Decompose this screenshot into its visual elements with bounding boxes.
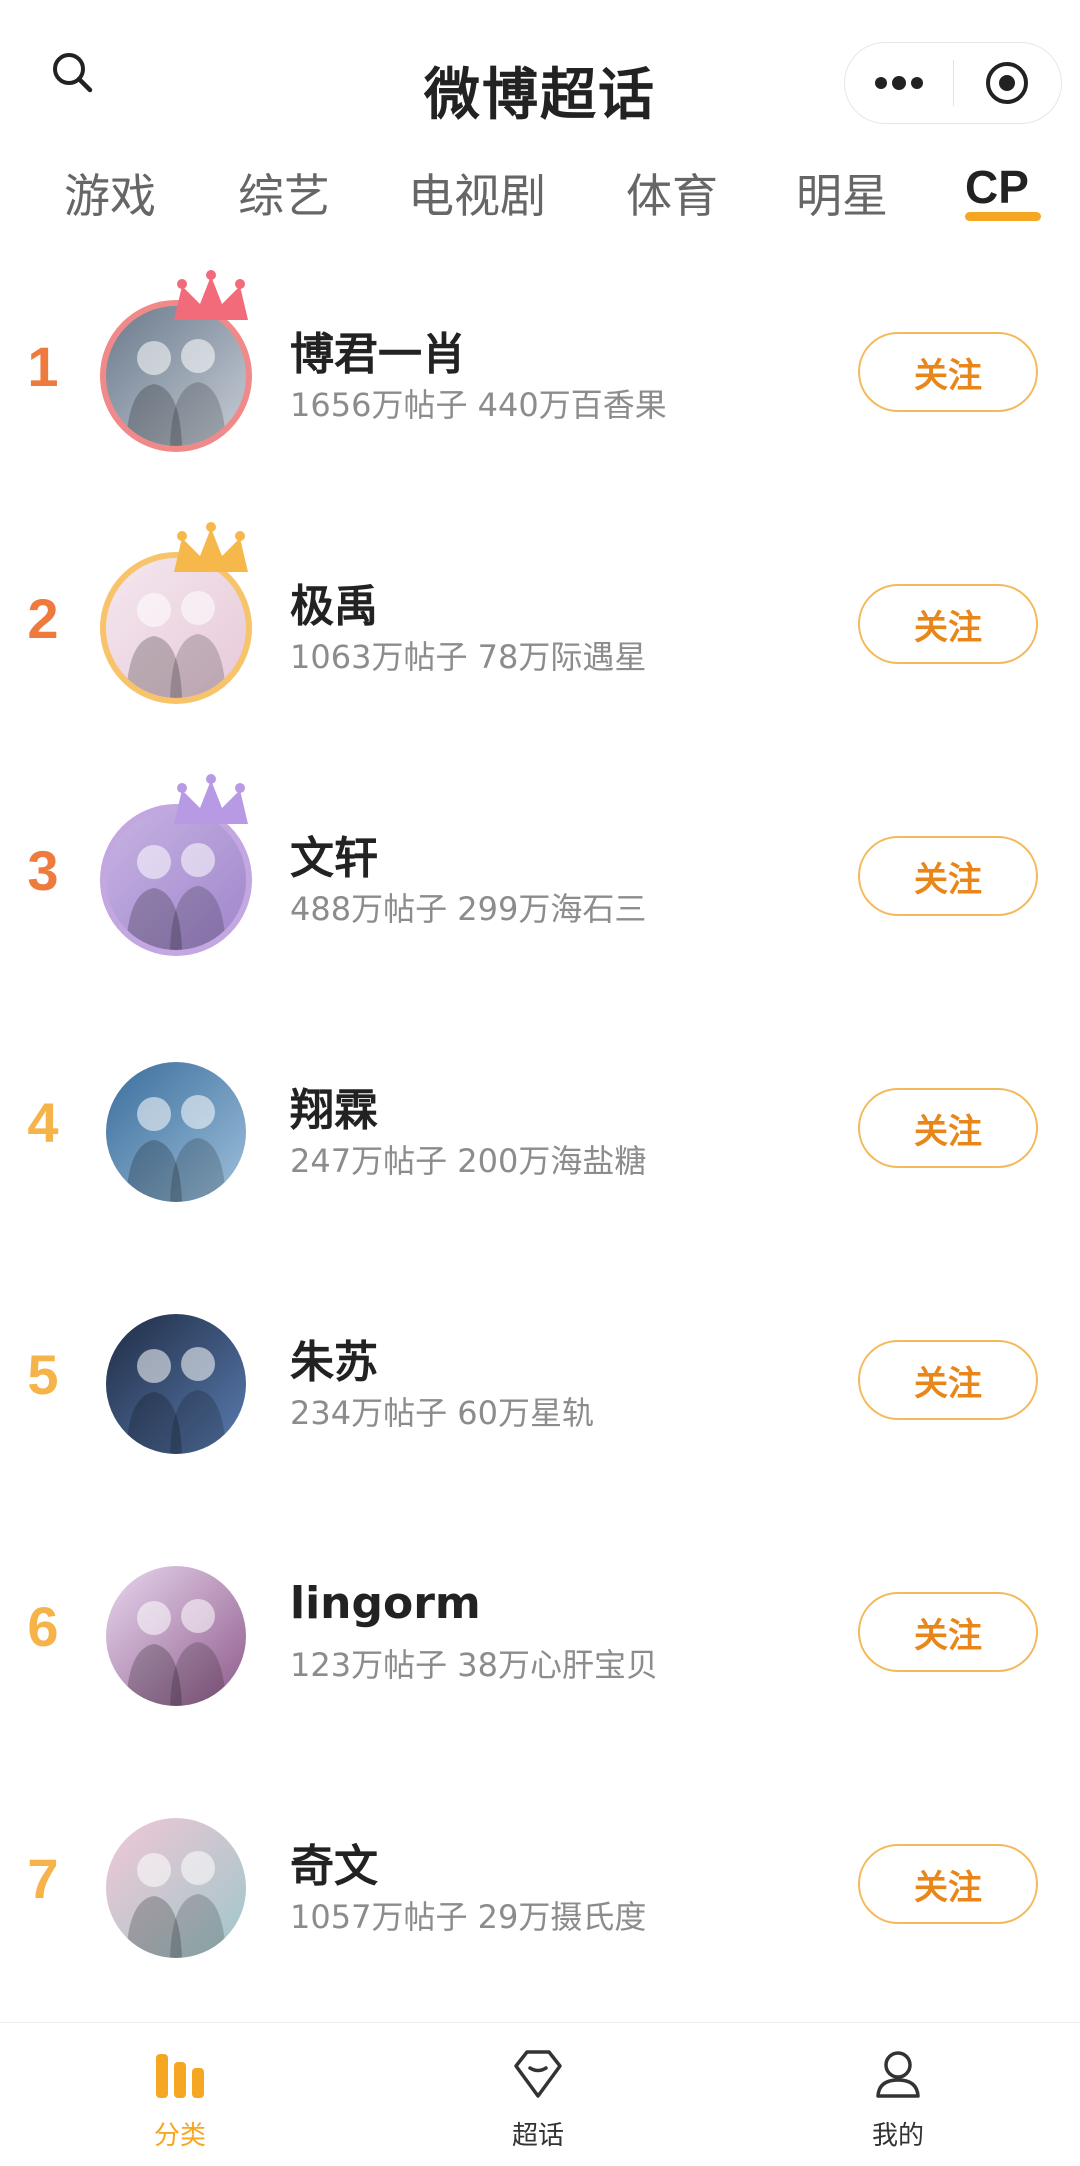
- topic-stats: 123万帖子 38万心肝宝贝: [290, 1646, 658, 1684]
- topic-stats: 1063万帖子 78万际遇星: [290, 638, 647, 676]
- follow-button[interactable]: 关注: [858, 332, 1038, 412]
- topic-name[interactable]: 朱苏: [290, 1326, 378, 1390]
- rank-number: 7: [27, 1847, 59, 1910]
- diamond-icon: [514, 2050, 562, 2098]
- topic-name[interactable]: 文轩: [290, 822, 378, 886]
- tab-variety[interactable]: 综艺: [238, 160, 330, 226]
- active-tab-indicator: [965, 212, 1041, 221]
- topic-name[interactable]: lingorm: [290, 1578, 481, 1629]
- rank-number: 5: [27, 1343, 59, 1406]
- crown-icon: [174, 270, 248, 320]
- avatar: [106, 1566, 246, 1706]
- rank-number: 2: [27, 587, 59, 650]
- close-miniapp-button[interactable]: [954, 43, 1062, 123]
- miniapp-capsule: [844, 42, 1062, 124]
- bottom-tab-mine[interactable]: 我的: [808, 2041, 988, 2152]
- follow-button[interactable]: 关注: [858, 836, 1038, 916]
- follow-button[interactable]: 关注: [858, 1592, 1038, 1672]
- header: 微博超话: [0, 0, 1080, 150]
- bottom-tab-supertopic-label: 超话: [511, 2121, 564, 2151]
- rank-number: 3: [27, 839, 59, 902]
- topic-stats: 1656万帖子 440万百香果: [290, 386, 667, 424]
- supertopic-row[interactable]: 1 博君一肖 1656万帖子 440万百香果 关注: [0, 256, 1080, 506]
- rank-number: 6: [27, 1595, 59, 1658]
- follow-button[interactable]: 关注: [858, 1088, 1038, 1168]
- avatar: [106, 1314, 246, 1454]
- more-button[interactable]: [845, 43, 953, 123]
- rank-number: 4: [27, 1091, 59, 1154]
- crown-icon: [174, 522, 248, 572]
- topic-name[interactable]: 翔霖: [290, 1074, 378, 1138]
- bottom-tab-bar: 分类 超话 我的: [0, 2022, 1080, 2166]
- bottom-tab-supertopic[interactable]: 超话: [448, 2041, 628, 2152]
- supertopic-row[interactable]: 6 lingorm 123万帖子 38万心肝宝贝 关注: [0, 1516, 1080, 1766]
- avatar-wrapper[interactable]: [100, 1308, 252, 1460]
- rank-number: 1: [27, 335, 59, 398]
- avatar-wrapper[interactable]: [100, 522, 252, 704]
- supertopic-row[interactable]: 5 朱苏 234万帖子 60万星轨 关注: [0, 1264, 1080, 1514]
- topic-stats: 488万帖子 299万海石三: [290, 890, 647, 928]
- avatar-figures: [126, 1851, 226, 1958]
- follow-button[interactable]: 关注: [858, 1340, 1038, 1420]
- topic-stats: 247万帖子 200万海盐糖: [290, 1142, 647, 1180]
- follow-button[interactable]: 关注: [858, 584, 1038, 664]
- avatar-wrapper[interactable]: [100, 1560, 252, 1712]
- follow-button[interactable]: 关注: [858, 1844, 1038, 1924]
- bottom-tab-mine-label: 我的: [871, 2121, 924, 2151]
- avatar-figures: [126, 1599, 226, 1706]
- topic-stats: 234万帖子 60万星轨: [290, 1394, 594, 1432]
- avatar: [106, 1062, 246, 1202]
- topic-name[interactable]: 奇文: [290, 1830, 378, 1894]
- bottom-tab-category-label: 分类: [153, 2121, 206, 2151]
- tab-sports[interactable]: 体育: [626, 160, 718, 226]
- avatar-wrapper[interactable]: [100, 270, 252, 452]
- category-tabs: 游戏 综艺 电视剧 体育 明星 CP: [0, 150, 1080, 240]
- crown-icon: [174, 774, 248, 824]
- avatar-wrapper[interactable]: [100, 1056, 252, 1208]
- bottom-tab-category[interactable]: 分类: [90, 2041, 270, 2152]
- user-icon: [876, 2051, 920, 2098]
- tab-games[interactable]: 游戏: [64, 160, 156, 226]
- avatar-figures: [126, 1095, 226, 1202]
- category-bars-icon: [156, 2054, 204, 2098]
- supertopic-row[interactable]: 3 文轩 488万帖子 299万海石三 关注: [0, 760, 1080, 1010]
- avatar: [106, 1818, 246, 1958]
- tab-celebrity[interactable]: 明星: [796, 160, 888, 226]
- avatar-wrapper[interactable]: [100, 774, 252, 956]
- topic-name[interactable]: 极禹: [290, 570, 378, 634]
- supertopic-row[interactable]: 4 翔霖 247万帖子 200万海盐糖 关注: [0, 1012, 1080, 1262]
- supertopic-row[interactable]: 7 奇文 1057万帖子 29万摄氏度 关注: [0, 1768, 1080, 2018]
- avatar-figures: [126, 1347, 226, 1454]
- target-circle-icon: [986, 62, 1029, 104]
- tab-cp[interactable]: CP: [965, 160, 1029, 214]
- more-dots-icon: [874, 76, 923, 90]
- tab-tv-drama[interactable]: 电视剧: [408, 160, 546, 226]
- topic-stats: 1057万帖子 29万摄氏度: [290, 1898, 647, 1936]
- topic-name[interactable]: 博君一肖: [290, 318, 466, 382]
- avatar-wrapper[interactable]: [100, 1812, 252, 1964]
- supertopic-row[interactable]: 2 极禹 1063万帖子 78万际遇星 关注: [0, 508, 1080, 758]
